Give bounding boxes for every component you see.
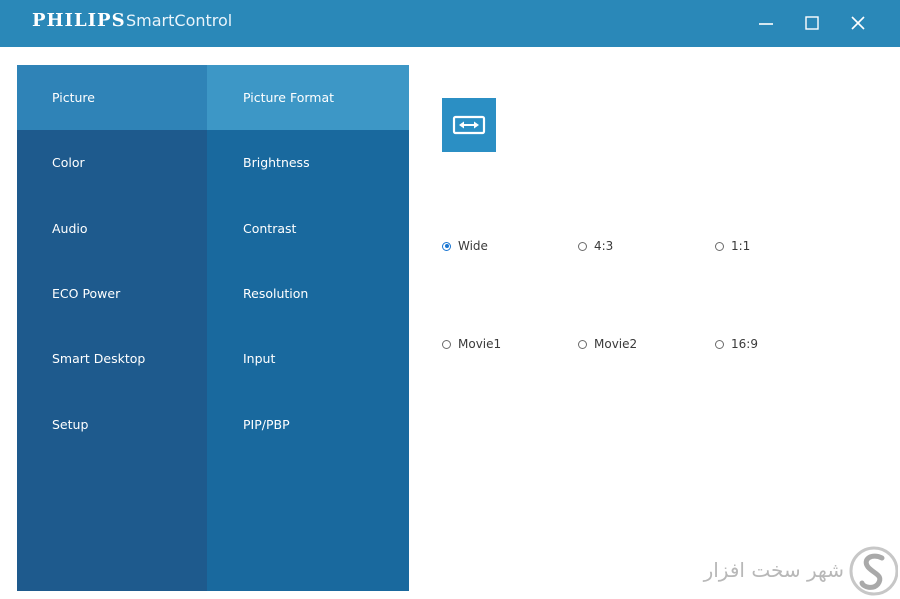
menu-item-label: Color bbox=[52, 155, 85, 171]
submenu-item-label: Resolution bbox=[243, 286, 309, 302]
watermark-text: شهر سخت افزار bbox=[703, 558, 844, 582]
menu-item-picture[interactable]: Picture bbox=[17, 65, 207, 131]
submenu-item-input[interactable]: Input bbox=[207, 326, 409, 391]
format-option-label: 4:3 bbox=[594, 239, 614, 253]
menu-item-audio[interactable]: Audio bbox=[17, 196, 207, 261]
radio-icon bbox=[442, 339, 451, 349]
watermark: شهر سخت افزار bbox=[674, 544, 900, 599]
format-option-movie1[interactable]: Movie1 bbox=[442, 337, 501, 351]
radio-icon bbox=[578, 241, 587, 251]
menu-item-smart-desktop[interactable]: Smart Desktop bbox=[17, 326, 207, 391]
close-button[interactable] bbox=[843, 8, 873, 38]
submenu-item-label: Picture Format bbox=[243, 90, 335, 106]
submenu-item-label: Input bbox=[243, 351, 276, 367]
format-option-label: 16:9 bbox=[731, 337, 758, 351]
maximize-icon bbox=[805, 16, 819, 30]
minimize-button[interactable] bbox=[751, 8, 781, 38]
format-option-label: Movie1 bbox=[458, 337, 502, 351]
format-option-label: 1:1 bbox=[731, 239, 751, 253]
format-option-label: Wide bbox=[458, 239, 488, 253]
watermark-logo-icon bbox=[849, 546, 898, 596]
radio-icon bbox=[715, 241, 724, 251]
format-option-movie2[interactable]: Movie2 bbox=[578, 337, 637, 351]
radio-icon bbox=[715, 339, 724, 349]
menu-item-setup[interactable]: Setup bbox=[17, 391, 207, 456]
aspect-ratio-icon bbox=[442, 98, 496, 152]
menu-item-color[interactable]: Color bbox=[17, 130, 207, 195]
format-option-1-1[interactable]: 1:1 bbox=[715, 239, 750, 253]
brand-logo: PHILIPS bbox=[32, 10, 126, 31]
submenu-item-label: Contrast bbox=[243, 220, 297, 236]
close-icon bbox=[851, 16, 865, 30]
secondary-menu: Picture Format Brightness Contrast Resol… bbox=[207, 65, 409, 591]
submenu-item-label: PIP/PBP bbox=[243, 416, 290, 432]
menu-item-label: ECO Power bbox=[52, 286, 121, 302]
menu-item-label: Picture bbox=[52, 90, 95, 106]
menu-item-label: Setup bbox=[52, 416, 89, 432]
submenu-item-picture-format[interactable]: Picture Format bbox=[207, 65, 409, 131]
submenu-item-label: Brightness bbox=[243, 155, 310, 171]
primary-menu: Picture Color Audio ECO Power Smart Desk… bbox=[17, 65, 207, 591]
title-bar: PHILIPS SmartControl bbox=[0, 0, 900, 47]
submenu-item-pip-pbp[interactable]: PIP/PBP bbox=[207, 391, 409, 456]
maximize-button[interactable] bbox=[797, 8, 827, 38]
radio-checked-icon bbox=[442, 241, 451, 251]
menu-item-eco-power[interactable]: ECO Power bbox=[17, 261, 207, 326]
menu-item-label: Audio bbox=[52, 220, 88, 236]
app-title: SmartControl bbox=[126, 11, 233, 30]
minimize-icon bbox=[759, 23, 773, 25]
format-option-16-9[interactable]: 16:9 bbox=[715, 337, 758, 351]
format-option-label: Movie2 bbox=[594, 337, 638, 351]
submenu-item-brightness[interactable]: Brightness bbox=[207, 130, 409, 195]
radio-icon bbox=[578, 339, 587, 349]
submenu-item-resolution[interactable]: Resolution bbox=[207, 261, 409, 326]
format-option-4-3[interactable]: 4:3 bbox=[578, 239, 613, 253]
submenu-item-contrast[interactable]: Contrast bbox=[207, 196, 409, 261]
menu-item-label: Smart Desktop bbox=[52, 351, 146, 367]
format-option-wide[interactable]: Wide bbox=[442, 239, 488, 253]
